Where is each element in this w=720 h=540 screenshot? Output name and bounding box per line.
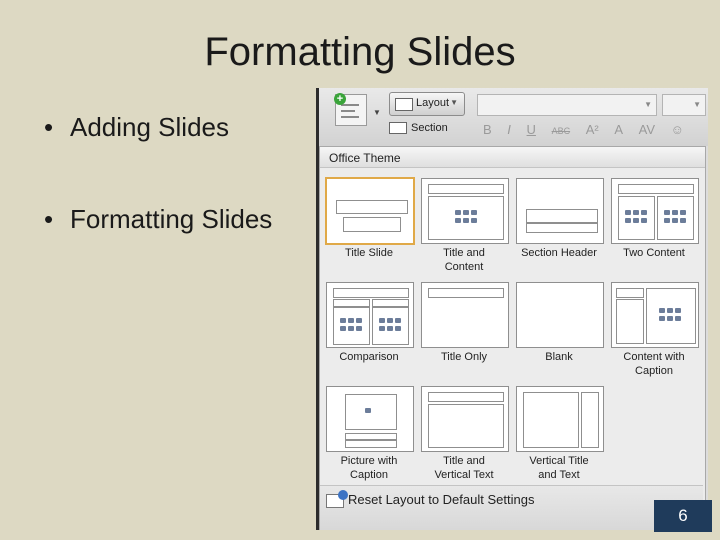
section-button[interactable]: Section bbox=[389, 122, 448, 135]
bullet-dot: • bbox=[44, 112, 54, 142]
layout-label: Blank bbox=[545, 351, 573, 363]
layout-grid: Title Slide Title and Content Section He… bbox=[320, 168, 703, 485]
layout-title-slide[interactable]: Title Slide bbox=[325, 177, 420, 277]
content-icons bbox=[659, 308, 681, 322]
layout-label: Section Header bbox=[521, 247, 597, 259]
layout-gallery: Office Theme Title Slide Title and Conte… bbox=[319, 146, 706, 530]
content-icons bbox=[625, 210, 647, 224]
text-effects-button[interactable]: ☺ bbox=[671, 122, 684, 137]
chevron-down-icon[interactable]: ▼ bbox=[373, 108, 381, 117]
bullet-text: Formatting Slides bbox=[70, 204, 273, 234]
new-slide-button[interactable]: + ▼ bbox=[334, 93, 381, 130]
slide-title: Formatting Slides bbox=[204, 30, 516, 74]
layout-label: Two Content bbox=[623, 247, 685, 259]
layout-label: Title Slide bbox=[345, 247, 393, 259]
bullet-dot: • bbox=[44, 204, 54, 234]
layout-label: Vertical Title and Text bbox=[529, 455, 589, 481]
strikethrough-button[interactable]: ABC bbox=[552, 126, 571, 136]
bullet-text: Adding Slides bbox=[70, 112, 229, 142]
layout-button-label: Layout bbox=[416, 97, 450, 109]
layout-comparison[interactable]: Comparison bbox=[325, 281, 420, 381]
section-icon bbox=[389, 122, 407, 135]
layout-label: Title and Content bbox=[443, 247, 485, 273]
layout-title-and-content[interactable]: Title and Content bbox=[420, 177, 515, 277]
content-icons bbox=[664, 210, 686, 224]
layout-picture-with-caption[interactable]: Picture with Caption bbox=[325, 385, 420, 485]
bullet-item: • Adding Slides bbox=[44, 112, 229, 143]
reset-layout-icon bbox=[326, 490, 348, 508]
chevron-down-icon[interactable]: ▼ bbox=[693, 100, 701, 109]
font-color-button[interactable]: A bbox=[614, 122, 623, 137]
section-button-label: Section bbox=[411, 122, 448, 134]
layout-two-content[interactable]: Two Content bbox=[610, 177, 705, 277]
reset-layout-label: Reset Layout to Default Settings bbox=[348, 492, 535, 507]
layout-vertical-title-and-text[interactable]: Vertical Title and Text bbox=[515, 385, 610, 485]
chevron-down-icon: ▼ bbox=[450, 98, 458, 107]
layout-screenshot: + ▼ Layout ▼ Section ▼ ▼ B I U ABC A² A … bbox=[316, 88, 708, 530]
underline-button[interactable]: U bbox=[527, 122, 536, 137]
layout-thumbnail bbox=[611, 178, 699, 244]
layout-thumbnail bbox=[516, 386, 604, 452]
layout-label: Picture with Caption bbox=[340, 455, 398, 481]
layout-section-header[interactable]: Section Header bbox=[515, 177, 610, 277]
layout-thumbnail bbox=[611, 282, 699, 348]
layout-label: Title and Vertical Text bbox=[434, 455, 494, 481]
layout-blank[interactable]: Blank bbox=[515, 281, 610, 381]
italic-button[interactable]: I bbox=[507, 122, 511, 137]
reset-layout-button[interactable]: Reset Layout to Default Settings bbox=[320, 485, 703, 530]
new-slide-icon: + bbox=[334, 93, 367, 126]
content-icons bbox=[340, 318, 362, 332]
layout-thumbnail bbox=[421, 386, 509, 452]
font-name-field[interactable]: ▼ bbox=[477, 94, 657, 116]
layout-label: Comparison bbox=[339, 351, 399, 363]
superscript-button[interactable]: A² bbox=[586, 122, 599, 137]
layout-thumbnail bbox=[326, 386, 414, 452]
layout-title-and-vertical-text[interactable]: Title and Vertical Text bbox=[420, 385, 515, 485]
gallery-header: Office Theme bbox=[320, 147, 705, 168]
plus-icon: + bbox=[334, 93, 346, 105]
picture-icon bbox=[365, 408, 373, 414]
layout-thumbnail bbox=[326, 282, 414, 348]
layout-thumbnail bbox=[516, 178, 604, 244]
layout-content-with-caption[interactable]: Content with Caption bbox=[610, 281, 705, 381]
chevron-down-icon[interactable]: ▼ bbox=[644, 100, 652, 109]
content-icons bbox=[455, 210, 477, 224]
layout-title-only[interactable]: Title Only bbox=[420, 281, 515, 381]
format-buttons: B I U ABC A² A AV ☺ bbox=[483, 122, 696, 137]
layout-thumbnail bbox=[516, 282, 604, 348]
layout-icon bbox=[395, 98, 413, 111]
layout-thumbnail bbox=[325, 177, 415, 245]
layout-label: Title Only bbox=[440, 351, 488, 363]
character-spacing-button[interactable]: AV bbox=[639, 122, 655, 137]
bold-button[interactable]: B bbox=[483, 122, 492, 137]
layout-button[interactable]: Layout ▼ bbox=[389, 92, 465, 116]
layout-thumbnail bbox=[421, 282, 509, 348]
font-size-field[interactable]: ▼ bbox=[662, 94, 706, 116]
layout-thumbnail bbox=[421, 178, 509, 244]
bullet-item: • Formatting Slides bbox=[44, 204, 272, 235]
content-icons bbox=[379, 318, 401, 332]
page-number: 6 bbox=[654, 500, 712, 532]
ribbon-toolbar: + ▼ Layout ▼ Section ▼ ▼ B I U ABC A² A … bbox=[319, 88, 708, 146]
layout-label: Content with Caption bbox=[623, 351, 685, 377]
